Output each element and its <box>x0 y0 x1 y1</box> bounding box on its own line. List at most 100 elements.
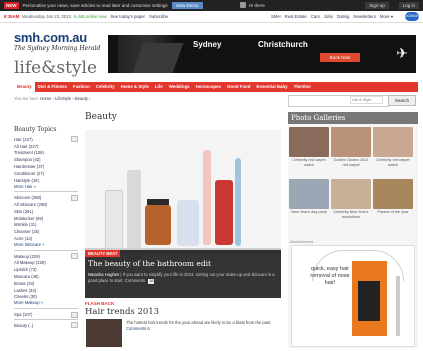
hero-comments-label[interactable]: Comments <box>125 278 145 283</box>
gallery-item[interactable]: Parade of the year <box>373 179 413 229</box>
topic-item[interactable]: Wrinkle (31) <box>14 222 78 229</box>
hero-photo-brush <box>203 150 211 245</box>
topic-hair[interactable]: Hair (227) <box>14 136 78 143</box>
topic-item[interactable]: Cheeks (30) <box>14 294 78 301</box>
site-logo[interactable]: smh.com.au <box>14 30 87 45</box>
topic-item[interactable]: Lashes (33) <box>14 287 78 294</box>
network-link-newsletters[interactable]: Newsletters <box>353 14 375 20</box>
network-link-realestate[interactable]: Real Estate <box>285 14 307 20</box>
topic-spa[interactable]: Spa (107) <box>14 308 78 318</box>
topic-makeup[interactable]: Makeup (229) <box>14 249 78 260</box>
gallery-thumb[interactable] <box>289 179 329 209</box>
more-hair-link[interactable]: More Hair » <box>14 184 78 191</box>
gallery-item[interactable]: Golden Globes 2013 red carpet <box>331 127 371 177</box>
hero-comments-count[interactable]: 16 <box>148 278 155 284</box>
topic-item[interactable]: Mascara (48) <box>14 273 78 280</box>
domain-badge[interactable]: DOMAIN <box>405 12 419 21</box>
nav-item-life[interactable]: Life <box>152 82 166 92</box>
nav-item-home-style[interactable]: Home & Style <box>118 82 152 92</box>
user-menu[interactable]: Hi there <box>240 2 265 8</box>
nav-item-fashion[interactable]: Fashion <box>70 82 93 92</box>
topic-item[interactable]: Brows (34) <box>14 280 78 287</box>
hero-photo-tube <box>215 180 233 245</box>
nav-item-essential-baby[interactable]: Essential Baby <box>253 82 290 92</box>
hero-description: Natasha Hughes | If you want to simplify… <box>88 272 275 284</box>
nav-item-weddings[interactable]: Weddings <box>166 82 193 92</box>
gallery-thumb[interactable] <box>289 127 329 157</box>
topic-item[interactable]: Moisturiser (69) <box>14 215 78 222</box>
breadcrumb-path[interactable]: Home › LifeStyle › Beauty › <box>40 96 90 101</box>
expand-icon[interactable] <box>71 311 78 318</box>
topic-item[interactable]: Hairstyle (18) <box>14 177 78 184</box>
flight-banner-ad[interactable]: Sydney Christchurch Book Now ✈ <box>108 35 416 73</box>
topic-item[interactable]: Conditioner (27) <box>14 170 78 177</box>
collapse-icon[interactable] <box>71 253 78 260</box>
ad-book-now-button[interactable]: Book Now <box>320 53 360 62</box>
topic-item[interactable]: Cleanser (25) <box>14 228 78 235</box>
breadcrumb-prefix: You are here: <box>14 96 39 101</box>
view-demo-button[interactable]: View Demo <box>171 2 203 9</box>
topic-item[interactable]: Skin (281) <box>14 208 78 215</box>
nav-item-horoscopes[interactable]: Horoscopes <box>193 82 224 92</box>
topic-item[interactable]: Treatment (106) <box>14 150 78 157</box>
hair-trends-headline[interactable]: Hair trends 2013 <box>85 307 159 317</box>
topic-beauty[interactable]: Beauty (..) <box>14 318 78 329</box>
network-link-cars[interactable]: Cars <box>311 14 320 20</box>
ad-city-to: Christchurch <box>258 40 308 49</box>
topic-skincare[interactable]: Skincare (298) <box>14 191 78 201</box>
more-makeup-link[interactable]: More Makeup » <box>14 300 78 307</box>
current-time: 9:35AM <box>4 14 20 19</box>
hero-headline[interactable]: The beauty of the bathroom edit <box>88 259 211 268</box>
nav-item-beauty[interactable]: Beauty <box>14 82 35 92</box>
gallery-thumb[interactable] <box>373 127 413 157</box>
search-scope-select[interactable]: Life & Style <box>350 96 383 104</box>
nav-item-celebrity[interactable]: Celebrity <box>93 82 118 92</box>
topic-item[interactable]: Hairdresser (37) <box>14 163 78 170</box>
gallery-item[interactable]: New Year's day party <box>289 179 329 229</box>
collapse-icon[interactable] <box>71 136 78 143</box>
section-nav: Beauty Diet & Fitness Fashion Celebrity … <box>14 82 418 92</box>
nose-hair-ad[interactable]: quick, easy hair removal of nose hair! <box>291 245 415 347</box>
collapse-icon[interactable] <box>71 194 78 201</box>
topic-item[interactable]: All Hair (227) <box>14 143 78 150</box>
network-link-smh[interactable]: SMH <box>271 14 281 20</box>
ad-text: quick, easy hair removal of nose hair! <box>310 266 350 286</box>
gallery-grid: Celebrity red carpet watch Golden Globes… <box>289 127 417 229</box>
topic-item[interactable]: Acne (13) <box>14 235 78 242</box>
subscribe-link[interactable]: Subscribe <box>149 14 168 19</box>
signup-button[interactable]: Sign-up <box>365 2 389 9</box>
topic-item[interactable]: Lipstick (73) <box>14 266 78 273</box>
hero-photo-jar <box>145 199 171 245</box>
topic-item[interactable]: All Skincare (298) <box>14 201 78 208</box>
hair-trends-description: The hottest hair trends for the year ahe… <box>126 320 272 331</box>
gallery-item[interactable]: Celebrity red carpet watch <box>373 127 413 177</box>
gallery-thumb[interactable] <box>331 127 371 157</box>
login-button[interactable]: Log in <box>398 2 419 9</box>
beauty-topics-sidebar: Beauty Topics Hair (227) All Hair (227) … <box>14 126 78 329</box>
hair-trends-comments-count[interactable]: 6 <box>147 326 149 331</box>
gallery-item[interactable]: Celebrity New Year's resolutions <box>331 179 371 229</box>
gallery-thumb[interactable] <box>373 179 413 209</box>
nav-item-good-food[interactable]: Good Food <box>224 82 253 92</box>
hair-trends-thumbnail[interactable] <box>86 319 122 347</box>
hero-author[interactable]: Natasha Hughes <box>88 272 119 277</box>
topic-item[interactable]: All Makeup (229) <box>14 260 78 267</box>
more-skincare-link[interactable]: More Skincare » <box>14 242 78 249</box>
section-logo[interactable]: life&style <box>14 58 97 78</box>
gallery-item[interactable]: Celebrity red carpet watch <box>289 127 329 177</box>
expand-icon[interactable] <box>71 322 78 329</box>
hair-trends-comments-label[interactable]: Comments <box>126 326 146 331</box>
todays-paper-link[interactable]: See today's paper <box>110 14 145 19</box>
ad-city-from: Sydney <box>193 40 222 49</box>
topic-item[interactable]: Shampoo (42) <box>14 156 78 163</box>
nav-item-diet-fitness[interactable]: Diet & Fitness <box>35 82 70 92</box>
nav-item-thevine[interactable]: TheVine <box>291 82 314 92</box>
network-link-more[interactable]: More ▾ <box>380 14 393 20</box>
hero-photo-jar <box>177 200 199 246</box>
search-button[interactable]: Search <box>388 95 416 106</box>
paper-masthead[interactable]: The Sydney Morning Herald <box>14 45 100 52</box>
gallery-thumb[interactable] <box>331 179 371 209</box>
hero-article[interactable]: BEAUTY BEAT The beauty of the bathroom e… <box>85 130 281 298</box>
network-link-jobs[interactable]: Jobs <box>324 14 333 20</box>
network-link-dating[interactable]: Dating <box>337 14 349 20</box>
